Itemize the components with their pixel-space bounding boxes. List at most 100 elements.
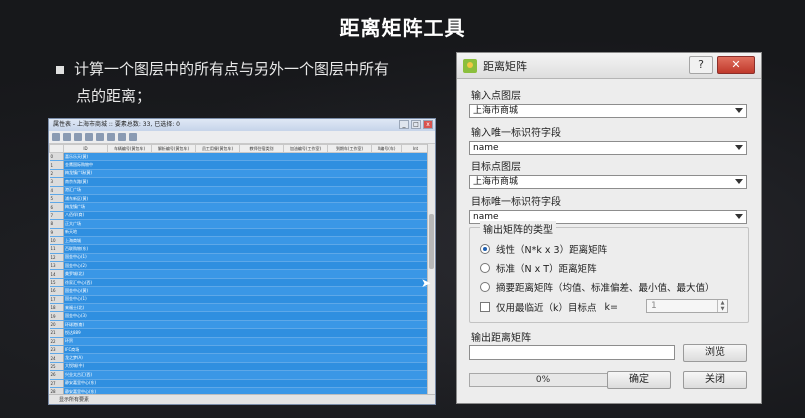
data-cell[interactable] [151,328,196,338]
table-row[interactable]: 1 金鹰国际购物中 [49,160,430,170]
data-cell[interactable] [327,152,372,162]
row-number[interactable]: 1 [49,160,64,170]
data-cell[interactable] [327,370,372,380]
data-cell[interactable] [401,353,430,363]
dialog-close-button[interactable]: ✕ [717,56,755,74]
table-row[interactable]: 18 来福士(北) [49,303,430,313]
data-cell[interactable] [195,311,240,321]
data-cell[interactable] [151,219,196,229]
name-cell[interactable]: 金鹰国际购物中 [63,160,108,170]
data-cell[interactable] [195,219,240,229]
k-spinbox[interactable]: 1 ▲ ▼ [646,299,728,313]
data-cell[interactable] [151,370,196,380]
data-cell[interactable] [239,228,284,237]
row-number[interactable]: 3 [49,177,64,187]
data-cell[interactable] [107,211,152,221]
name-cell[interactable]: 美罗城(北) [63,269,108,279]
data-cell[interactable] [195,152,240,162]
input-id-select[interactable]: name [469,141,747,155]
data-cell[interactable] [239,169,284,179]
row-number[interactable]: 2 [49,169,64,179]
data-cell[interactable] [151,152,196,162]
radio-standard[interactable]: 标准（N x T）距离矩阵 [480,261,597,275]
table-row[interactable]: 6 梅龙镇广场 [49,202,430,212]
data-cell[interactable] [371,295,402,305]
table-row[interactable]: 25 大悦城(中) [49,362,430,372]
data-cell[interactable] [107,261,152,271]
data-cell[interactable] [239,345,284,355]
data-cell[interactable] [239,177,284,187]
data-cell[interactable] [401,320,430,330]
data-cell[interactable] [371,345,402,355]
name-cell[interactable]: 悦达889 [63,328,108,338]
data-cell[interactable] [107,152,152,162]
row-number[interactable]: 14 [49,269,64,279]
row-number[interactable]: 26 [49,370,64,380]
data-cell[interactable] [195,379,240,388]
data-cell[interactable] [327,186,372,195]
data-cell[interactable] [401,160,430,170]
edit-icon[interactable] [52,133,60,141]
save-icon[interactable] [63,133,71,141]
data-cell[interactable] [402,404,430,405]
name-cell[interactable]: IFC商场 [63,345,108,355]
data-cell[interactable] [239,311,284,321]
data-cell[interactable] [151,353,196,363]
data-cell[interactable] [283,379,328,388]
data-cell[interactable] [283,194,328,204]
table-row[interactable]: 26 兴业太古汇(西) [49,370,430,380]
name-cell[interactable]: 国金中心(黄) [63,286,108,296]
data-cell[interactable] [371,379,402,388]
data-cell[interactable] [371,328,402,338]
browse-button[interactable]: 浏览 [683,344,747,362]
data-cell[interactable] [283,177,328,187]
data-cell[interactable] [107,253,152,263]
data-cell[interactable] [195,177,240,187]
close-icon[interactable]: x [423,120,433,129]
radio-icon[interactable] [480,282,490,292]
data-cell[interactable] [283,362,328,372]
data-cell[interactable] [371,278,402,288]
table-row[interactable]: 15 徐家汇中心(西) [49,278,430,288]
name-cell[interactable]: 八佰伴(商) [63,211,108,221]
data-cell[interactable] [107,295,152,305]
name-cell[interactable]: 新天地 [63,228,108,237]
table-row[interactable]: 0 喜乐乐天(黄) [49,152,430,162]
table-row[interactable]: 22 环贸 [49,337,430,347]
spin-arrows-icon[interactable]: ▲ ▼ [717,300,727,312]
data-cell[interactable] [401,186,430,195]
data-cell[interactable] [239,219,284,229]
table-row[interactable]: 24 龙之梦(A) [49,353,430,363]
data-cell[interactable] [151,211,196,221]
name-cell[interactable]: 来福士(北) [63,303,108,313]
table-row[interactable]: 2 梅龙镇广场(黄) [49,169,430,179]
data-cell[interactable] [195,169,240,179]
data-cell[interactable] [371,253,402,263]
data-cell[interactable] [401,311,430,321]
input-layer-select[interactable]: 上海市商城 [469,104,747,118]
radio-summary[interactable]: 摘要距离矩阵（均值、标准偏差、最小值、最大值） [480,280,715,294]
data-cell[interactable] [327,295,372,305]
column-header[interactable]: X编号(车) [371,144,402,153]
data-cell[interactable] [371,286,402,296]
data-cell[interactable] [107,370,152,380]
data-cell[interactable] [283,169,328,179]
name-cell[interactable]: 兴业太古汇(西) [63,370,108,380]
column-header[interactable]: ID [63,144,108,153]
data-cell[interactable] [283,337,328,347]
data-cell[interactable] [327,219,372,229]
data-cell[interactable] [151,253,196,263]
table-row[interactable]: 11 百联购物(东) [49,244,430,254]
data-cell[interactable] [195,362,240,372]
row-number[interactable]: 11 [49,244,64,254]
data-cell[interactable] [327,253,372,263]
data-cell[interactable] [371,320,402,330]
delete-icon[interactable] [74,133,82,141]
data-cell[interactable] [327,269,372,279]
data-cell[interactable] [328,404,372,405]
data-cell[interactable] [195,228,240,237]
data-cell[interactable] [371,202,402,212]
table-row[interactable]: 9 新天地 [49,228,430,237]
data-cell[interactable] [239,337,284,347]
data-cell[interactable] [195,345,240,355]
